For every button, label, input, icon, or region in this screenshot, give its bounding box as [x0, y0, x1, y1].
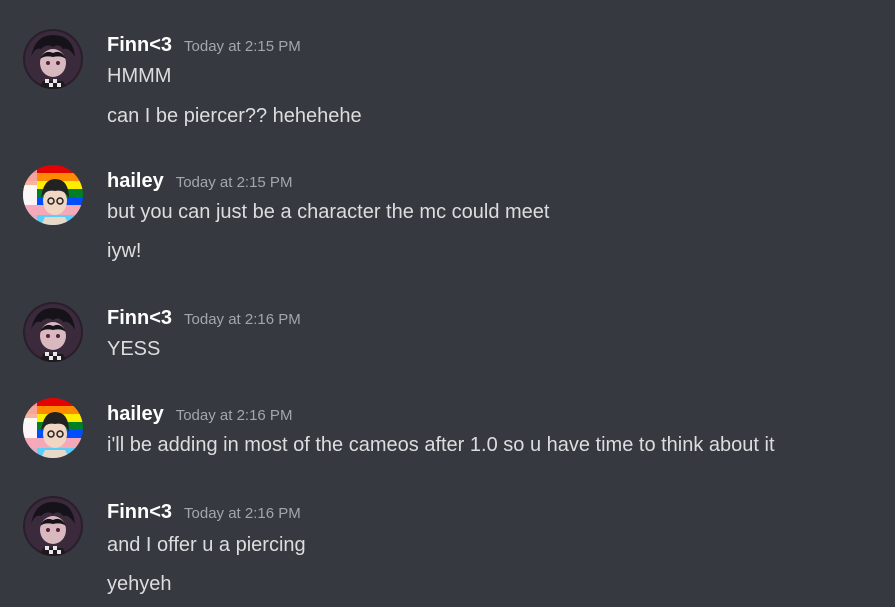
message-header: Finn<3 Today at 2:16 PM [107, 305, 301, 331]
message-text: and I offer u a piercing [107, 534, 306, 556]
username[interactable]: Finn<3 [107, 499, 172, 525]
timestamp[interactable]: Today at 2:15 PM [184, 34, 301, 60]
message-text: iyw! [107, 240, 142, 262]
message-text: can I be piercer?? hehehehe [107, 105, 362, 127]
message-text: but you can just be a character the mc c… [107, 201, 550, 223]
message-text: YESS [107, 338, 161, 360]
hailey-avatar[interactable] [23, 165, 83, 225]
hailey-avatar[interactable] [23, 398, 83, 458]
chat-log: Finn<3 Today at 2:15 PM HMMM can I be pi… [0, 0, 895, 607]
timestamp[interactable]: Today at 2:16 PM [176, 403, 293, 429]
message-header: Finn<3 Today at 2:15 PM [107, 32, 301, 58]
username[interactable]: Finn<3 [107, 305, 172, 331]
message-header: Finn<3 Today at 2:16 PM [107, 499, 301, 525]
timestamp[interactable]: Today at 2:15 PM [176, 170, 293, 196]
message-text: yehyeh [107, 573, 172, 595]
message-text: HMMM [107, 65, 172, 87]
timestamp[interactable]: Today at 2:16 PM [184, 501, 301, 527]
finn-avatar[interactable] [23, 29, 83, 89]
message-header: hailey Today at 2:16 PM [107, 401, 292, 427]
finn-avatar[interactable] [23, 302, 83, 362]
message-header: hailey Today at 2:15 PM [107, 168, 292, 194]
finn-avatar[interactable] [23, 496, 83, 556]
timestamp[interactable]: Today at 2:16 PM [184, 307, 301, 333]
username[interactable]: hailey [107, 168, 164, 194]
username[interactable]: Finn<3 [107, 32, 172, 58]
message-text: i'll be adding in most of the cameos aft… [107, 434, 775, 456]
username[interactable]: hailey [107, 401, 164, 427]
